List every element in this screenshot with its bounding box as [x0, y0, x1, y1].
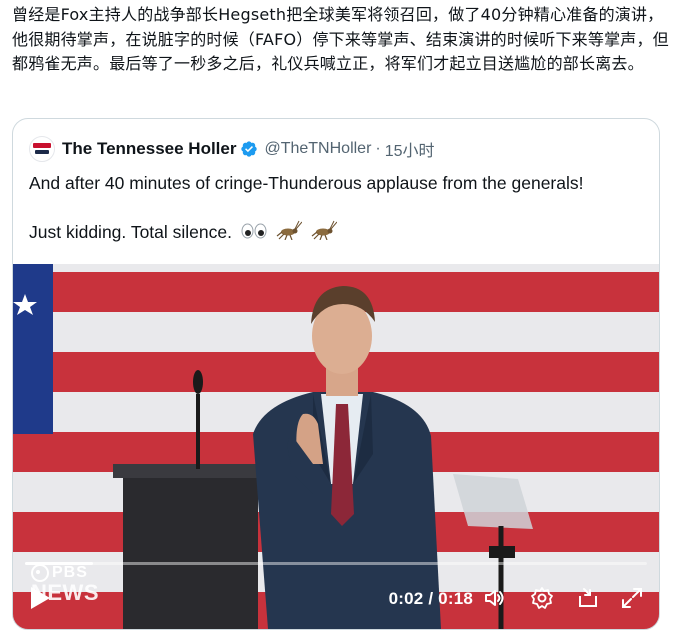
- separator-dot: ·: [375, 140, 381, 157]
- exit-icon[interactable]: [576, 586, 600, 610]
- post-text: 曾经是Fox主持人的战争部长Hegseth把全球美军将领召回，做了40分钟精心准…: [12, 5, 669, 73]
- verified-badge-icon: [241, 141, 258, 157]
- volume-icon[interactable]: [483, 586, 507, 610]
- tweet-text-line-2: Just kidding. Total silence.: [29, 222, 232, 243]
- tweet-text-line-1: And after 40 minutes of cringe-Thunderou…: [29, 173, 584, 193]
- author-handle[interactable]: @TheTNHoller: [264, 140, 371, 158]
- quoted-tweet-card[interactable]: The Tennessee Holler @TheTNHoller · 15小时…: [12, 118, 660, 630]
- quoted-tweet-body: And after 40 minutes of cringe-Thunderou…: [29, 171, 649, 247]
- video-time-display: 0:02 / 0:18: [388, 589, 473, 608]
- quoted-tweet-header: The Tennessee Holler @TheTNHoller · 15小时: [29, 136, 435, 162]
- tweet-time[interactable]: 15小时: [385, 137, 435, 161]
- video-progress-bar[interactable]: [25, 562, 647, 565]
- cricket-emoji-icon: [311, 220, 338, 247]
- fullscreen-icon[interactable]: [620, 586, 644, 610]
- video-player[interactable]: PBS NEWS 0:02 / 0:18: [13, 264, 659, 629]
- video-progress-fill: [25, 562, 94, 565]
- author-name[interactable]: The Tennessee Holler: [62, 139, 236, 159]
- cricket-emoji-icon: [276, 220, 303, 247]
- avatar[interactable]: [29, 136, 55, 162]
- eyes-emoji-icon: [241, 221, 267, 246]
- settings-icon[interactable]: [530, 586, 554, 610]
- play-icon[interactable]: [29, 586, 51, 610]
- video-frame: [13, 264, 659, 629]
